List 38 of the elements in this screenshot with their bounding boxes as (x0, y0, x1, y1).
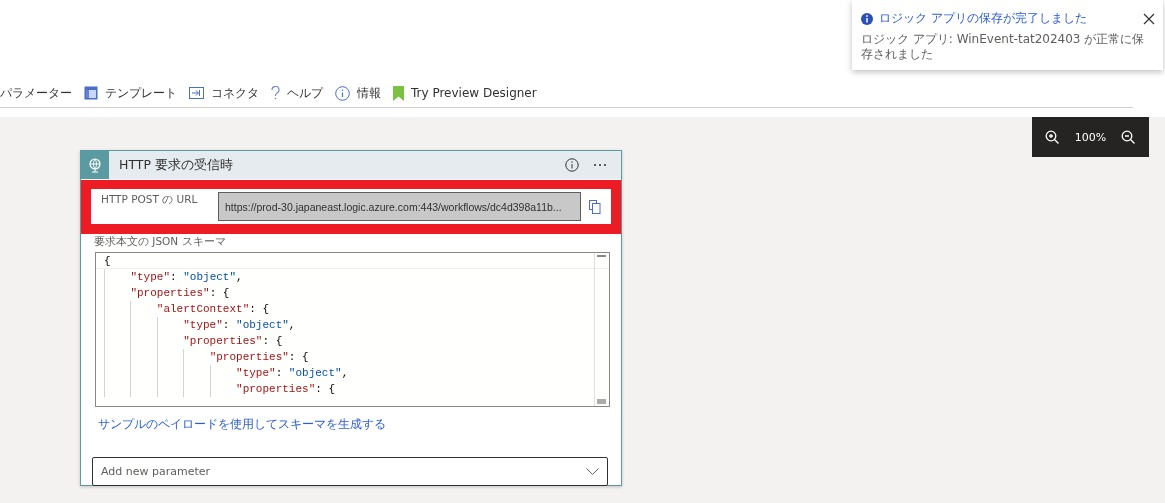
toolbar-button[interactable]: パラメーター (0, 84, 72, 102)
toast-title: ロジック アプリの保存が完了しました (879, 10, 1088, 27)
table-icon[interactable] (84, 86, 98, 100)
toast-message: ロジック アプリ: WinEvent-tat202403 が正常に保存されました (861, 32, 1146, 62)
info-icon (861, 12, 873, 25)
toolbar-button[interactable]: Try Preview Designer (393, 85, 537, 101)
code-line: "type": "object", (96, 269, 609, 285)
card-title: HTTP 要求の受信時 (119, 156, 234, 174)
toolbar-button[interactable]: ヘルプ (271, 84, 323, 102)
generate-schema-link[interactable]: サンプルのペイロードを使用してスキーマを生成する (98, 417, 386, 432)
field-label: 要求本文の JSON スキーマ (94, 235, 227, 249)
chevron-down-icon (586, 467, 599, 476)
toolbar-button[interactable]: テンプレート (84, 84, 177, 102)
code-line: "properties": { (96, 349, 609, 365)
connector-icon[interactable] (189, 87, 204, 99)
code-editor[interactable]: { "type": "object", "properties": { "alertContext": { "type": "object", "properties": { "properties": { "type": "object", "properties": { (95, 252, 610, 407)
help-icon[interactable] (271, 86, 280, 100)
url-field[interactable]: https://prod-30.japaneast.logic.azure.com:443/workflows/dc4d398a11b... (218, 192, 581, 221)
parameter-dropdown[interactable]: Add new parameter (92, 457, 608, 486)
code-line: "alertContext": { (96, 301, 609, 317)
scrollbar[interactable] (594, 253, 607, 406)
toolbar-button[interactable]: コネクタ (189, 84, 259, 102)
zoom-in-icon[interactable] (1045, 129, 1061, 145)
code-line: "type": "object", (96, 317, 609, 333)
field-label: HTTP POST の URL (101, 193, 199, 207)
zoom-out-icon[interactable] (1120, 129, 1136, 145)
zoom-level: 100% (1074, 130, 1107, 144)
code-line: { (96, 253, 609, 269)
code-line: "type": "object", (96, 365, 609, 381)
close-icon[interactable] (1143, 12, 1155, 25)
code-line: "properties": { (96, 285, 609, 301)
code-line: "properties": { (96, 333, 609, 349)
code-line: "properties": { (96, 381, 609, 397)
info-icon[interactable] (335, 85, 350, 101)
info-icon[interactable] (565, 158, 579, 172)
copy-icon[interactable] (589, 199, 601, 214)
more-icon[interactable] (593, 163, 607, 167)
toolbar-button[interactable]: 情報 (335, 84, 381, 102)
